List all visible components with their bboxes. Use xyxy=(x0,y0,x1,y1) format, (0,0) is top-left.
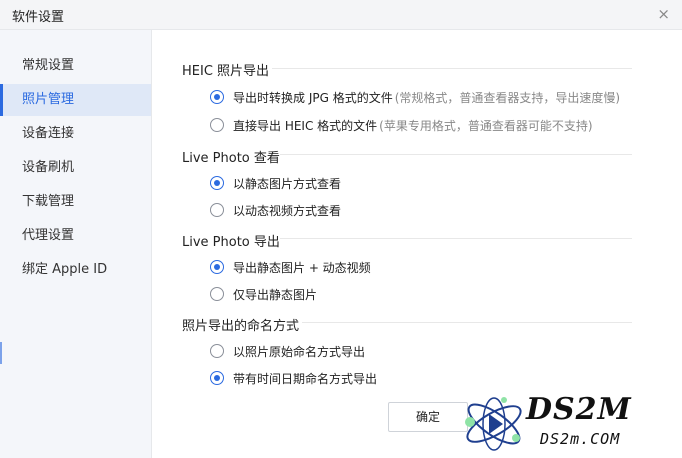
title-bar: 软件设置 × xyxy=(0,0,682,30)
watermark-subtext: DS2m.COM xyxy=(540,430,621,448)
radio-icon[interactable] xyxy=(210,287,224,301)
watermark: DS2M DS2m.COM xyxy=(456,388,682,458)
radio-icon-checked[interactable] xyxy=(210,90,224,104)
sidebar-item-proxy[interactable]: 代理设置 xyxy=(0,220,151,252)
sidebar-item-apple-id[interactable]: 绑定 Apple ID xyxy=(0,254,151,286)
option-label: 导出静态图片 + 动态视频 xyxy=(233,260,371,275)
radio-icon-checked[interactable] xyxy=(210,371,224,385)
radio-export-static-video[interactable]: 导出静态图片 + 动态视频 xyxy=(210,258,371,276)
radio-convert-jpg[interactable]: 导出时转换成 JPG 格式的文件 (常规格式，普通查看器支持，导出速度慢) xyxy=(210,88,620,106)
option-label: 直接导出 HEIC 格式的文件 xyxy=(233,118,378,133)
section-title-live-view: Live Photo 查看 xyxy=(182,151,280,166)
close-icon[interactable]: × xyxy=(657,5,670,23)
radio-view-video[interactable]: 以动态视频方式查看 xyxy=(210,201,341,219)
sidebar-item-device-connection[interactable]: 设备连接 xyxy=(0,118,151,150)
section-divider xyxy=(302,322,632,323)
option-note: (常规格式，普通查看器支持，导出速度慢) xyxy=(394,90,621,105)
section-title-heic: HEIC 照片导出 xyxy=(182,64,270,79)
section-divider xyxy=(272,68,632,69)
resize-edge xyxy=(0,342,2,364)
radio-icon-checked[interactable] xyxy=(210,260,224,274)
option-label: 以静态图片方式查看 xyxy=(233,176,342,191)
atom-logo-icon xyxy=(465,397,522,451)
radio-export-static-only[interactable]: 仅导出静态图片 xyxy=(210,285,317,303)
option-label: 以动态视频方式查看 xyxy=(233,203,342,218)
radio-export-heic[interactable]: 直接导出 HEIC 格式的文件 (苹果专用格式，普通查看器可能不支持) xyxy=(210,116,593,134)
radio-name-datetime[interactable]: 带有时间日期命名方式导出 xyxy=(210,369,377,387)
radio-icon[interactable] xyxy=(210,203,224,217)
section-title-live-export: Live Photo 导出 xyxy=(182,235,280,250)
option-label: 带有时间日期命名方式导出 xyxy=(233,371,378,386)
sidebar-item-photo-management[interactable]: 照片管理 xyxy=(0,84,151,116)
sidebar: 常规设置 照片管理 设备连接 设备刷机 下载管理 代理设置 绑定 Apple I… xyxy=(0,30,152,458)
section-divider xyxy=(280,238,632,239)
radio-name-original[interactable]: 以照片原始命名方式导出 xyxy=(210,342,365,360)
sidebar-item-device-flash[interactable]: 设备刷机 xyxy=(0,152,151,184)
sidebar-item-download[interactable]: 下载管理 xyxy=(0,186,151,218)
option-label: 仅导出静态图片 xyxy=(233,287,318,302)
section-title-naming: 照片导出的命名方式 xyxy=(182,319,300,334)
radio-icon[interactable] xyxy=(210,344,224,358)
window-title: 软件设置 xyxy=(12,10,65,25)
radio-icon[interactable] xyxy=(210,118,224,132)
sidebar-item-general[interactable]: 常规设置 xyxy=(0,50,151,82)
watermark-text: DS2M xyxy=(526,392,632,427)
radio-icon-checked[interactable] xyxy=(210,176,224,190)
section-divider xyxy=(280,154,632,155)
option-label: 以照片原始命名方式导出 xyxy=(233,344,366,359)
option-label: 导出时转换成 JPG 格式的文件 xyxy=(233,90,393,105)
radio-view-static[interactable]: 以静态图片方式查看 xyxy=(210,174,341,192)
option-note: (苹果专用格式，普通查看器可能不支持) xyxy=(379,118,593,133)
